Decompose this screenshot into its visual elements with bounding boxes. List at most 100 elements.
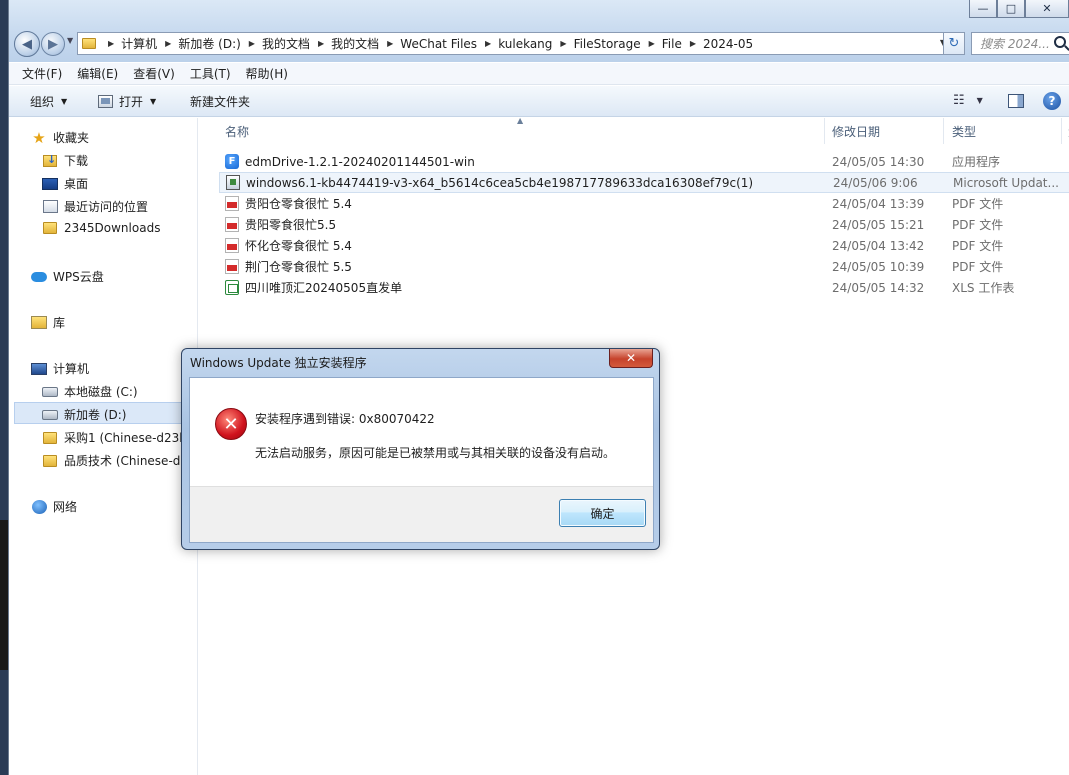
file-name: 四川唯顶汇20240505直发单 bbox=[245, 281, 403, 295]
breadcrumb-separator-icon[interactable]: ▶ bbox=[560, 39, 566, 48]
recent-places-icon bbox=[42, 200, 58, 213]
error-message: 安装程序遇到错误: 0x80070422 bbox=[255, 412, 435, 426]
dialog-title: Windows Update 独立安装程序 bbox=[190, 356, 367, 370]
table-row[interactable]: 荆门仓零食很忙 5.5 24/05/05 10:39 PDF 文件 bbox=[217, 256, 1069, 277]
error-detail: 无法启动服务，原因可能是已被禁用或与其相关联的设备没有启动。 bbox=[255, 446, 616, 460]
change-view-button[interactable]: ☷ ▼ bbox=[953, 93, 983, 108]
close-window-button[interactable]: ✕ bbox=[1025, 0, 1069, 18]
breadcrumb-separator-icon[interactable]: ▶ bbox=[690, 39, 696, 48]
column-divider[interactable] bbox=[1061, 118, 1062, 144]
pdf-icon bbox=[225, 217, 239, 232]
breadcrumb-item[interactable]: WeChat Files bbox=[400, 37, 477, 51]
nav-computer[interactable]: 计算机 bbox=[31, 360, 89, 377]
table-row[interactable]: FedmDrive-1.2.1-20240201144501-win 24/05… bbox=[217, 151, 1069, 172]
nav-label: 新加卷 (D:) bbox=[64, 408, 127, 422]
column-divider[interactable] bbox=[824, 118, 825, 144]
file-date: 24/05/05 14:30 bbox=[832, 154, 925, 169]
table-row[interactable]: 四川唯顶汇20240505直发单 24/05/05 14:32 XLS 工作表 bbox=[217, 277, 1069, 298]
minimize-button[interactable]: — bbox=[969, 0, 997, 18]
network-folder-icon bbox=[43, 431, 57, 444]
navigation-bar: ◀ ▶ ▼ ▶ 计算机 ▶ 新加卷 (D:) ▶ 我的文档 ▶ 我的文档 ▶ W… bbox=[9, 28, 1069, 58]
nav-item-downloads[interactable]: 下载 bbox=[42, 152, 88, 169]
chevron-down-icon: ▼ bbox=[976, 96, 983, 105]
new-folder-label: 新建文件夹 bbox=[190, 94, 251, 109]
breadcrumb-item[interactable]: 新加卷 (D:) bbox=[178, 35, 240, 52]
column-header-name[interactable]: 名称 bbox=[225, 118, 249, 144]
nav-item-network-drive-1[interactable]: 采购1 (Chinese-d23b bbox=[42, 429, 187, 446]
ok-button[interactable]: 确定 bbox=[559, 499, 646, 527]
nav-item-drive-d[interactable]: 新加卷 (D:) bbox=[42, 406, 126, 423]
breadcrumb-separator-icon[interactable]: ▶ bbox=[485, 39, 491, 48]
menu-help[interactable]: 帮助(H) bbox=[246, 65, 288, 82]
breadcrumb-item[interactable]: 我的文档 bbox=[262, 35, 310, 52]
menu-edit[interactable]: 编辑(E) bbox=[77, 65, 118, 82]
app-icon: F bbox=[225, 154, 239, 169]
breadcrumb-item[interactable]: File bbox=[662, 37, 682, 51]
nav-label: 收藏夹 bbox=[53, 131, 90, 145]
new-folder-button[interactable]: 新建文件夹 bbox=[190, 93, 250, 110]
search-icon[interactable] bbox=[1054, 36, 1066, 48]
table-row[interactable]: 贵阳仓零食很忙 5.4 24/05/04 13:39 PDF 文件 bbox=[217, 193, 1069, 214]
column-divider[interactable] bbox=[943, 118, 944, 144]
help-button[interactable]: ? bbox=[1043, 92, 1061, 110]
breadcrumb-item[interactable]: FileStorage bbox=[574, 37, 641, 51]
breadcrumb-item[interactable]: 我的文档 bbox=[331, 35, 379, 52]
file-date: 24/05/04 13:39 bbox=[832, 196, 925, 211]
file-type: PDF 文件 bbox=[952, 197, 1004, 211]
nav-item-2345downloads[interactable]: 2345Downloads bbox=[42, 221, 160, 235]
menu-file[interactable]: 文件(F) bbox=[22, 65, 62, 82]
open-icon bbox=[98, 94, 113, 108]
nav-label: 最近访问的位置 bbox=[64, 200, 149, 214]
open-button[interactable]: 打开 ▼ bbox=[98, 93, 156, 110]
table-row[interactable]: 贵阳零食很忙5.5 24/05/05 15:21 PDF 文件 bbox=[217, 214, 1069, 235]
table-row[interactable]: windows6.1-kb4474419-v3-x64_b5614c6cea5c… bbox=[219, 172, 1069, 193]
breadcrumb-item[interactable]: kulekang bbox=[498, 37, 552, 51]
dialog-close-button[interactable]: ✕ bbox=[609, 349, 653, 368]
view-list-icon: ☷ bbox=[953, 93, 965, 108]
back-button[interactable]: ◀ bbox=[14, 31, 40, 57]
breadcrumb-separator-icon[interactable]: ▶ bbox=[387, 39, 393, 48]
nav-item-desktop[interactable]: 桌面 bbox=[42, 175, 88, 192]
nav-favorites[interactable]: ★ 收藏夹 bbox=[31, 129, 90, 147]
recent-pages-chevron-icon[interactable]: ▼ bbox=[67, 36, 73, 45]
nav-label: 2345Downloads bbox=[64, 221, 161, 235]
network-folder-icon bbox=[43, 454, 57, 467]
desktop-icon bbox=[42, 177, 58, 190]
menu-view[interactable]: 查看(V) bbox=[133, 65, 175, 82]
breadcrumb-separator-icon[interactable]: ▶ bbox=[165, 39, 171, 48]
menu-tools[interactable]: 工具(T) bbox=[190, 65, 231, 82]
breadcrumb-item[interactable]: 计算机 bbox=[121, 35, 157, 52]
msu-icon bbox=[226, 175, 240, 190]
menu-bar: 文件(F) 编辑(E) 查看(V) 工具(T) 帮助(H) bbox=[9, 63, 1069, 85]
xls-icon bbox=[225, 280, 239, 295]
organize-button[interactable]: 组织 ▼ bbox=[30, 93, 67, 110]
search-input[interactable]: 搜索 2024... bbox=[971, 32, 1069, 55]
nav-library[interactable]: 库 bbox=[31, 314, 65, 331]
breadcrumb-separator-icon[interactable]: ▶ bbox=[108, 39, 114, 48]
maximize-button[interactable]: □ bbox=[997, 0, 1025, 18]
error-icon: ✕ bbox=[215, 408, 247, 440]
column-header-date[interactable]: 修改日期 bbox=[832, 118, 880, 144]
forward-button[interactable]: ▶ bbox=[41, 32, 65, 56]
column-header-type[interactable]: 类型 bbox=[952, 118, 976, 144]
nav-item-drive-c[interactable]: 本地磁盘 (C:) bbox=[42, 383, 138, 400]
file-date: 24/05/04 13:42 bbox=[832, 238, 925, 253]
file-type: PDF 文件 bbox=[952, 239, 1004, 253]
preview-pane-button[interactable] bbox=[1008, 94, 1024, 108]
breadcrumb-item[interactable]: 2024-05 bbox=[703, 37, 753, 51]
breadcrumb-separator-icon[interactable]: ▶ bbox=[249, 39, 255, 48]
nav-wps-cloud[interactable]: WPS云盘 bbox=[31, 268, 104, 285]
address-bar[interactable]: ▶ 计算机 ▶ 新加卷 (D:) ▶ 我的文档 ▶ 我的文档 ▶ WeChat … bbox=[77, 32, 965, 55]
pdf-icon bbox=[225, 238, 239, 253]
file-type: 应用程序 bbox=[952, 155, 1001, 169]
breadcrumb-separator-icon[interactable]: ▶ bbox=[649, 39, 655, 48]
nav-item-network-drive-2[interactable]: 品质技术 (Chinese-d2 bbox=[42, 452, 188, 469]
table-row[interactable]: 怀化仓零食很忙 5.4 24/05/04 13:42 PDF 文件 bbox=[217, 235, 1069, 256]
breadcrumb-separator-icon[interactable]: ▶ bbox=[318, 39, 324, 48]
file-type: XLS 工作表 bbox=[952, 281, 1015, 295]
nav-network[interactable]: 网络 bbox=[31, 498, 77, 515]
file-date: 24/05/06 9:06 bbox=[833, 175, 918, 190]
nav-item-recent[interactable]: 最近访问的位置 bbox=[42, 198, 148, 215]
nav-label: 下载 bbox=[64, 154, 89, 168]
refresh-button[interactable]: ↻ bbox=[943, 32, 965, 55]
